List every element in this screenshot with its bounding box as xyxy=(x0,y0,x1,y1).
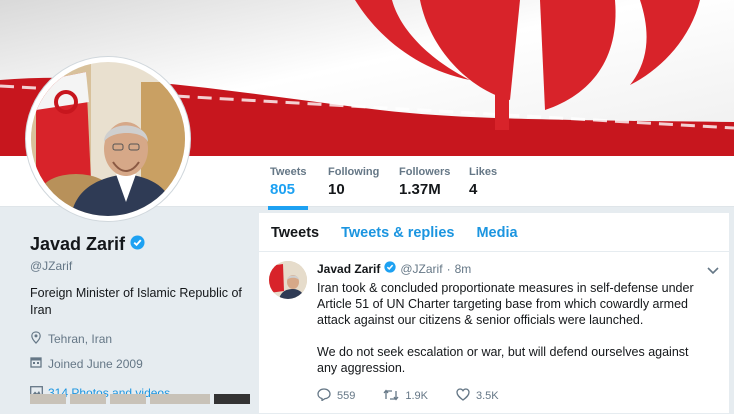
stat-likes-label: Likes xyxy=(469,166,498,178)
tweet-avatar[interactable] xyxy=(269,261,307,299)
media-thumbnail[interactable] xyxy=(70,394,106,404)
tweet[interactable]: Javad Zarif @JZarif · 8m Iran took & con… xyxy=(259,252,729,404)
reply-icon xyxy=(317,388,331,404)
media-thumbnail[interactable] xyxy=(110,394,146,404)
tweet-text: Iran took & concluded proportionate meas… xyxy=(317,280,707,376)
stat-tweets-label: Tweets xyxy=(270,166,307,178)
stat-following-value: 10 xyxy=(328,181,345,198)
stat-followers-label: Followers xyxy=(399,166,451,178)
stat-tweets[interactable]: Tweets 805 xyxy=(267,166,310,210)
profile-bio: Foreign Minister of Islamic Republic of … xyxy=(30,286,242,317)
profile-name-row: Javad Zarif xyxy=(30,234,245,255)
reply-count: 559 xyxy=(337,390,356,402)
location-icon xyxy=(30,331,42,347)
tweet-separator: · xyxy=(446,261,451,276)
timeline-tabs: Tweets Tweets & replies Media xyxy=(259,213,729,252)
media-thumbnail[interactable] xyxy=(214,394,250,404)
tab-tweets[interactable]: Tweets xyxy=(271,213,319,251)
media-thumbnail[interactable] xyxy=(30,394,66,404)
timeline: Tweets Tweets & replies Media Javad Zari… xyxy=(258,212,730,414)
tweet-paragraph: Iran took & concluded proportionate meas… xyxy=(317,281,694,327)
calendar-icon xyxy=(30,356,42,371)
retweet-count: 1.9K xyxy=(405,390,428,402)
like-count: 3.5K xyxy=(476,390,499,402)
like-icon xyxy=(456,388,470,404)
reply-button[interactable]: 559 xyxy=(317,388,355,404)
media-thumbnails xyxy=(30,394,250,404)
profile-avatar[interactable] xyxy=(26,57,190,221)
media-thumbnail[interactable] xyxy=(150,394,210,404)
tweet-avatar-photo xyxy=(269,261,307,299)
profile-handle[interactable]: @JZarif xyxy=(30,259,245,273)
tweet-actions: 559 1.9K 3.5K xyxy=(317,388,717,404)
profile-joined: Joined June 2009 xyxy=(30,356,245,371)
retweet-button[interactable]: 1.9K xyxy=(383,388,428,404)
stat-likes-value: 4 xyxy=(469,181,478,198)
stat-following[interactable]: Following 10 xyxy=(328,166,379,198)
tweet-author-handle[interactable]: @JZarif xyxy=(400,262,442,276)
tweet-timestamp[interactable]: 8m xyxy=(455,262,472,276)
tweet-paragraph: We do not seek escalation or war, but wi… xyxy=(317,345,689,375)
tab-media[interactable]: Media xyxy=(476,213,517,251)
stat-likes[interactable]: Likes 4 xyxy=(469,166,497,198)
tweet-header: Javad Zarif @JZarif · 8m xyxy=(317,261,717,276)
like-button[interactable]: 3.5K xyxy=(456,388,499,404)
joined-text: Joined June 2009 xyxy=(48,356,143,371)
retweet-icon xyxy=(383,388,399,404)
stat-following-label: Following xyxy=(328,166,380,178)
chevron-down-icon[interactable] xyxy=(707,262,719,280)
profile-name[interactable]: Javad Zarif xyxy=(30,234,125,255)
tab-tweets-replies[interactable]: Tweets & replies xyxy=(341,213,454,251)
tweet-author-name[interactable]: Javad Zarif xyxy=(317,262,380,276)
verified-icon xyxy=(130,234,145,255)
verified-icon xyxy=(384,261,396,276)
profile-location: Tehran, Iran xyxy=(30,331,245,347)
location-text: Tehran, Iran xyxy=(48,332,113,346)
stat-followers-value: 1.37M xyxy=(399,181,441,198)
stat-tweets-value: 805 xyxy=(270,181,296,198)
profile-card: Javad Zarif @JZarif Foreign Minister of … xyxy=(30,234,245,400)
avatar-photo xyxy=(31,62,185,216)
stat-followers[interactable]: Followers 1.37M xyxy=(399,166,450,198)
